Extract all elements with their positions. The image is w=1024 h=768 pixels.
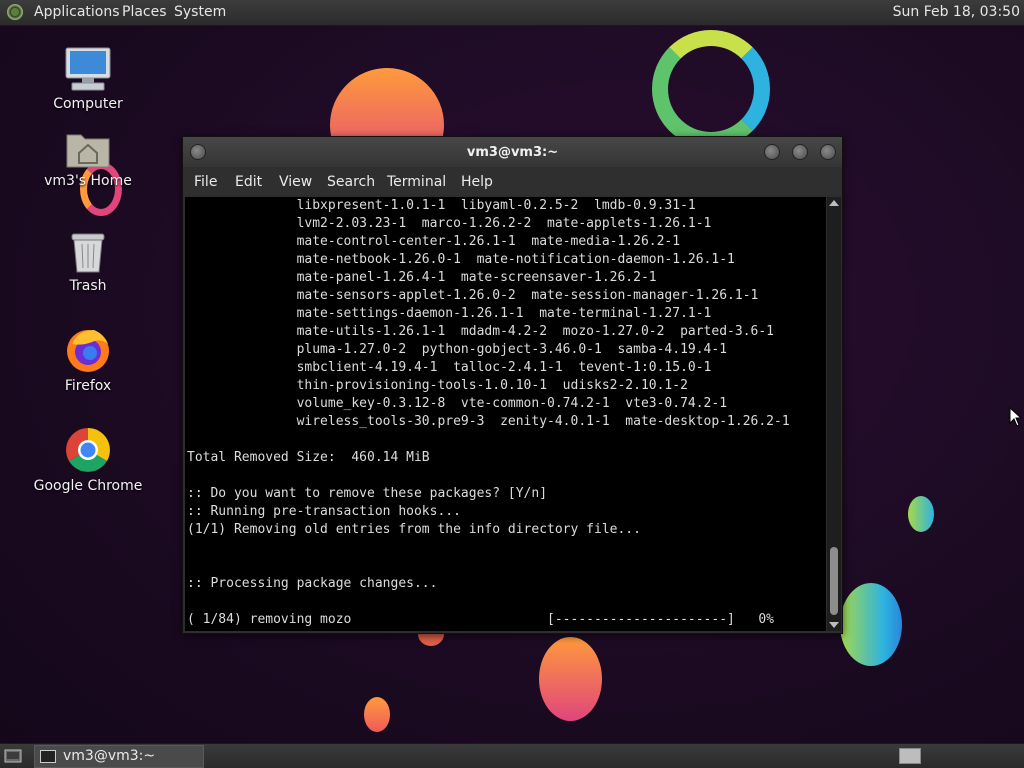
menu-terminal[interactable]: Terminal bbox=[387, 174, 446, 190]
wallpaper-bubble bbox=[908, 496, 934, 532]
terminal-line: volume_key-0.3.12-8 vte-common-0.74.2-1 … bbox=[187, 396, 728, 411]
desktop-icon-label: Computer bbox=[53, 96, 123, 112]
terminal-line: mate-control-center-1.26.1-1 mate-media-… bbox=[187, 234, 681, 249]
firefox-icon bbox=[64, 326, 112, 374]
desktop-icon-computer[interactable]: Computer bbox=[33, 46, 143, 112]
menu-file[interactable]: File bbox=[194, 174, 217, 190]
terminal-scrollbar[interactable] bbox=[827, 197, 841, 631]
wallpaper-ring bbox=[652, 30, 770, 148]
terminal-line: pluma-1.27.0-2 python-gobject-3.46.0-1 s… bbox=[187, 342, 728, 357]
top-panel: Applications Places System Sun Feb 18, 0… bbox=[0, 0, 1024, 26]
terminal-icon bbox=[40, 750, 56, 763]
wallpaper-bubble bbox=[840, 583, 902, 666]
taskbar-window-button[interactable]: vm3@vm3:~ bbox=[34, 745, 204, 768]
terminal-line: Total Removed Size: 460.14 MiB bbox=[187, 450, 430, 465]
minimize-button[interactable] bbox=[764, 144, 780, 160]
desktop-icon-label: Firefox bbox=[64, 378, 112, 394]
mate-logo-icon[interactable] bbox=[6, 3, 24, 21]
wallpaper-bubble bbox=[364, 697, 390, 732]
terminal-line: :: Running pre-transaction hooks... bbox=[187, 504, 461, 519]
desktop-icon-label: Google Chrome bbox=[33, 478, 143, 494]
wallpaper-bubble bbox=[539, 637, 602, 721]
chrome-icon bbox=[64, 426, 112, 474]
menu-search[interactable]: Search bbox=[327, 174, 375, 190]
terminal-line: mate-utils-1.26.1-1 mdadm-4.2-2 mozo-1.2… bbox=[187, 324, 774, 339]
computer-icon bbox=[64, 46, 112, 92]
trash-icon bbox=[68, 230, 108, 274]
bottom-panel: vm3@vm3:~ bbox=[0, 743, 1024, 768]
terminal-line: mate-settings-daemon-1.26.1-1 mate-termi… bbox=[187, 306, 712, 321]
desktop-icon-label: vm3's Home bbox=[44, 173, 132, 189]
window-title: vm3@vm3:~ bbox=[466, 145, 559, 160]
close-button[interactable] bbox=[820, 144, 836, 160]
terminal-line: mate-sensors-applet-1.26.0-2 mate-sessio… bbox=[187, 288, 759, 303]
terminal-line: libxpresent-1.0.1-1 libyaml-0.2.5-2 lmdb… bbox=[187, 198, 696, 213]
desktop-icon-label: Trash bbox=[69, 278, 107, 294]
terminal-line: wireless_tools-30.pre9-3 zenity-4.0.1-1 … bbox=[187, 414, 790, 429]
terminal-line: smbclient-4.19.4-1 talloc-2.4.1-1 tevent… bbox=[187, 360, 712, 375]
desktop-icon-firefox[interactable]: Firefox bbox=[33, 326, 143, 394]
terminal-menubar: File Edit View Search Terminal Help bbox=[183, 167, 842, 195]
scroll-down-icon[interactable] bbox=[829, 622, 839, 628]
terminal-line: mate-netbook-1.26.0-1 mate-notification-… bbox=[187, 252, 735, 267]
mouse-pointer-icon bbox=[1009, 407, 1021, 427]
terminal-output[interactable]: libxpresent-1.0.1-1 libyaml-0.2.5-2 lmdb… bbox=[185, 197, 826, 631]
terminal-line: :: Processing package changes... bbox=[187, 576, 438, 591]
home-folder-icon bbox=[65, 129, 111, 169]
maximize-button[interactable] bbox=[792, 144, 808, 160]
workspace-switcher[interactable] bbox=[899, 748, 921, 764]
menu-help[interactable]: Help bbox=[461, 174, 493, 190]
applications-menu[interactable]: Applications bbox=[34, 4, 120, 20]
terminal-line: lvm2-2.03.23-1 marco-1.26.2-2 mate-apple… bbox=[187, 216, 712, 231]
places-menu[interactable]: Places bbox=[122, 4, 167, 20]
terminal-line: ( 1/84) removing mozo [-----------------… bbox=[187, 612, 774, 627]
terminal-line: thin-provisioning-tools-1.0.10-1 udisks2… bbox=[187, 378, 688, 393]
menu-view[interactable]: View bbox=[279, 174, 312, 190]
desktop-icon-home[interactable]: vm3's Home bbox=[33, 129, 143, 189]
clock[interactable]: Sun Feb 18, 03:50 bbox=[893, 4, 1020, 20]
desktop-icon-trash[interactable]: Trash bbox=[33, 230, 143, 294]
show-desktop-icon[interactable] bbox=[4, 748, 22, 764]
desktop-icon-chrome[interactable]: Google Chrome bbox=[33, 426, 143, 494]
system-menu[interactable]: System bbox=[174, 4, 226, 20]
terminal-window[interactable]: vm3@vm3:~ File Edit View Search Terminal… bbox=[182, 136, 843, 634]
menu-edit[interactable]: Edit bbox=[235, 174, 262, 190]
window-titlebar[interactable]: vm3@vm3:~ bbox=[183, 137, 842, 167]
scrollbar-thumb[interactable] bbox=[830, 547, 838, 615]
terminal-line: :: Do you want to remove these packages?… bbox=[187, 486, 548, 501]
scroll-up-icon[interactable] bbox=[829, 200, 839, 206]
terminal-line: mate-panel-1.26.4-1 mate-screensaver-1.2… bbox=[187, 270, 657, 285]
taskbar-window-label: vm3@vm3:~ bbox=[63, 748, 156, 764]
terminal-line: (1/1) Removing old entries from the info… bbox=[187, 522, 641, 537]
